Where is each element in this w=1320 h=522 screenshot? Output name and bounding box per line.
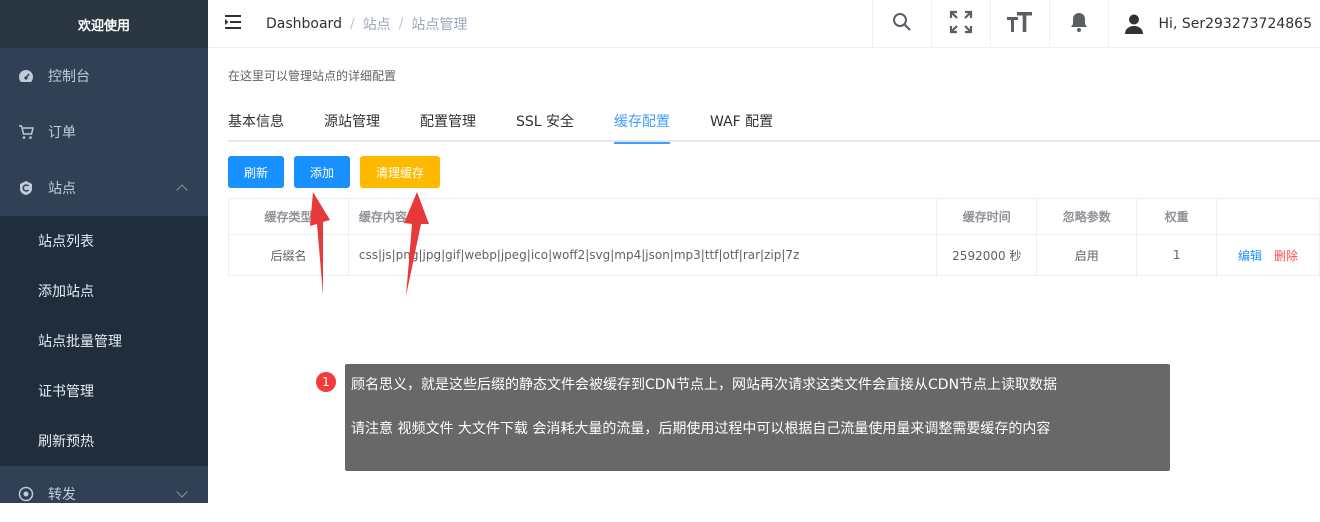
- menu-toggle-icon[interactable]: [225, 14, 243, 33]
- column-header: 缓存时间: [937, 199, 1037, 235]
- top-header: Dashboard / 站点 / 站点管理: [208, 0, 1320, 48]
- user-icon: [1125, 14, 1143, 34]
- cell-weight: 1: [1137, 235, 1217, 276]
- header-actions: Hi, Ser293273724865: [872, 0, 1320, 48]
- sidebar-submenu-sites: 站点列表 添加站点 站点批量管理 证书管理 刷新预热: [0, 216, 208, 466]
- sidebar-item-forward[interactable]: 转发: [0, 466, 208, 522]
- user-greeting: Hi, Ser293273724865: [1159, 16, 1312, 32]
- sidebar-item-label: 订单: [48, 122, 76, 142]
- sidebar-subitem-refresh-preload[interactable]: 刷新预热: [0, 416, 208, 466]
- annotation-badge: 1: [316, 372, 336, 392]
- sidebar-subitem-site-list[interactable]: 站点列表: [0, 216, 208, 266]
- search-button[interactable]: [872, 0, 931, 48]
- purge-cache-button[interactable]: 清理缓存: [360, 156, 440, 188]
- breadcrumb-separator: /: [399, 16, 404, 32]
- annotation-line: 顾名思义，就是这些后缀的静态文件会被缓存到CDN节点上，网站再次请求这类文件会直…: [351, 374, 1057, 394]
- column-header: 权重: [1137, 199, 1217, 235]
- notification-button[interactable]: [1049, 0, 1108, 48]
- cell-cache-time: 2592000 秒: [937, 235, 1037, 276]
- bell-icon: [1069, 11, 1089, 37]
- tab-origin[interactable]: 源站管理: [324, 112, 380, 142]
- fullscreen-button[interactable]: [931, 0, 990, 48]
- font-size-button[interactable]: [990, 0, 1049, 48]
- sidebar-subitem-batch-manage[interactable]: 站点批量管理: [0, 316, 208, 366]
- breadcrumb-item: 站点: [363, 14, 391, 34]
- user-menu[interactable]: Hi, Ser293273724865: [1108, 0, 1320, 48]
- sidebar-item-label: 控制台: [48, 66, 90, 86]
- annotation-callout: 顾名思义，就是这些后缀的静态文件会被缓存到CDN节点上，网站再次请求这类文件会直…: [345, 364, 1170, 471]
- tab-basic-info[interactable]: 基本信息: [228, 112, 284, 142]
- site-icon: [18, 180, 34, 196]
- page-description: 在这里可以管理站点的详细配置: [228, 67, 396, 84]
- sidebar-item-orders[interactable]: 订单: [0, 104, 208, 160]
- annotation-line: 请注意 视频文件 大文件下载 会消耗大量的流量，后期使用过程中可以根据自己流量使…: [351, 418, 1050, 438]
- chevron-up-icon: [176, 184, 187, 195]
- cell-actions: 编辑 删除: [1217, 235, 1320, 276]
- search-icon: [892, 12, 912, 36]
- tab-waf[interactable]: WAF 配置: [710, 112, 773, 142]
- sidebar-brand: 欢迎使用: [0, 0, 208, 48]
- annotation-arrow: [296, 190, 356, 300]
- tab-bar: 基本信息 源站管理 配置管理 SSL 安全 缓存配置 WAF 配置: [228, 112, 1320, 142]
- column-header: 忽略参数: [1037, 199, 1137, 235]
- breadcrumb-separator: /: [350, 16, 355, 32]
- chevron-down-icon: [176, 486, 187, 497]
- cell-ignore-params: 启用: [1037, 235, 1137, 276]
- tab-cache[interactable]: 缓存配置: [614, 112, 670, 144]
- dashboard-icon: [18, 68, 34, 84]
- sidebar-item-sites[interactable]: 站点: [0, 160, 208, 216]
- edit-link[interactable]: 编辑: [1238, 247, 1262, 264]
- breadcrumb-item[interactable]: Dashboard: [266, 16, 342, 32]
- tab-config[interactable]: 配置管理: [420, 112, 476, 142]
- sidebar-item-label: 站点: [48, 178, 76, 198]
- refresh-button[interactable]: 刷新: [228, 156, 284, 188]
- cart-icon: [18, 124, 34, 140]
- add-button[interactable]: 添加: [294, 156, 350, 188]
- font-size-icon: [1007, 11, 1033, 37]
- tab-ssl[interactable]: SSL 安全: [516, 112, 574, 142]
- sidebar-subitem-add-site[interactable]: 添加站点: [0, 266, 208, 316]
- sidebar-item-label: 转发: [48, 484, 76, 504]
- sidebar-item-dashboard[interactable]: 控制台: [0, 48, 208, 104]
- sidebar: 欢迎使用 控制台 订单 站点 站点列表 添加站点 站点批量管理 证书管理 刷新预…: [0, 0, 208, 503]
- annotation-arrow: [382, 190, 442, 300]
- forward-icon: [18, 486, 34, 502]
- fullscreen-icon: [949, 10, 973, 38]
- column-header: [1217, 199, 1320, 235]
- delete-link[interactable]: 删除: [1274, 247, 1298, 264]
- sidebar-subitem-certificates[interactable]: 证书管理: [0, 366, 208, 416]
- breadcrumb-item: 站点管理: [411, 14, 467, 34]
- breadcrumb: Dashboard / 站点 / 站点管理: [266, 14, 467, 34]
